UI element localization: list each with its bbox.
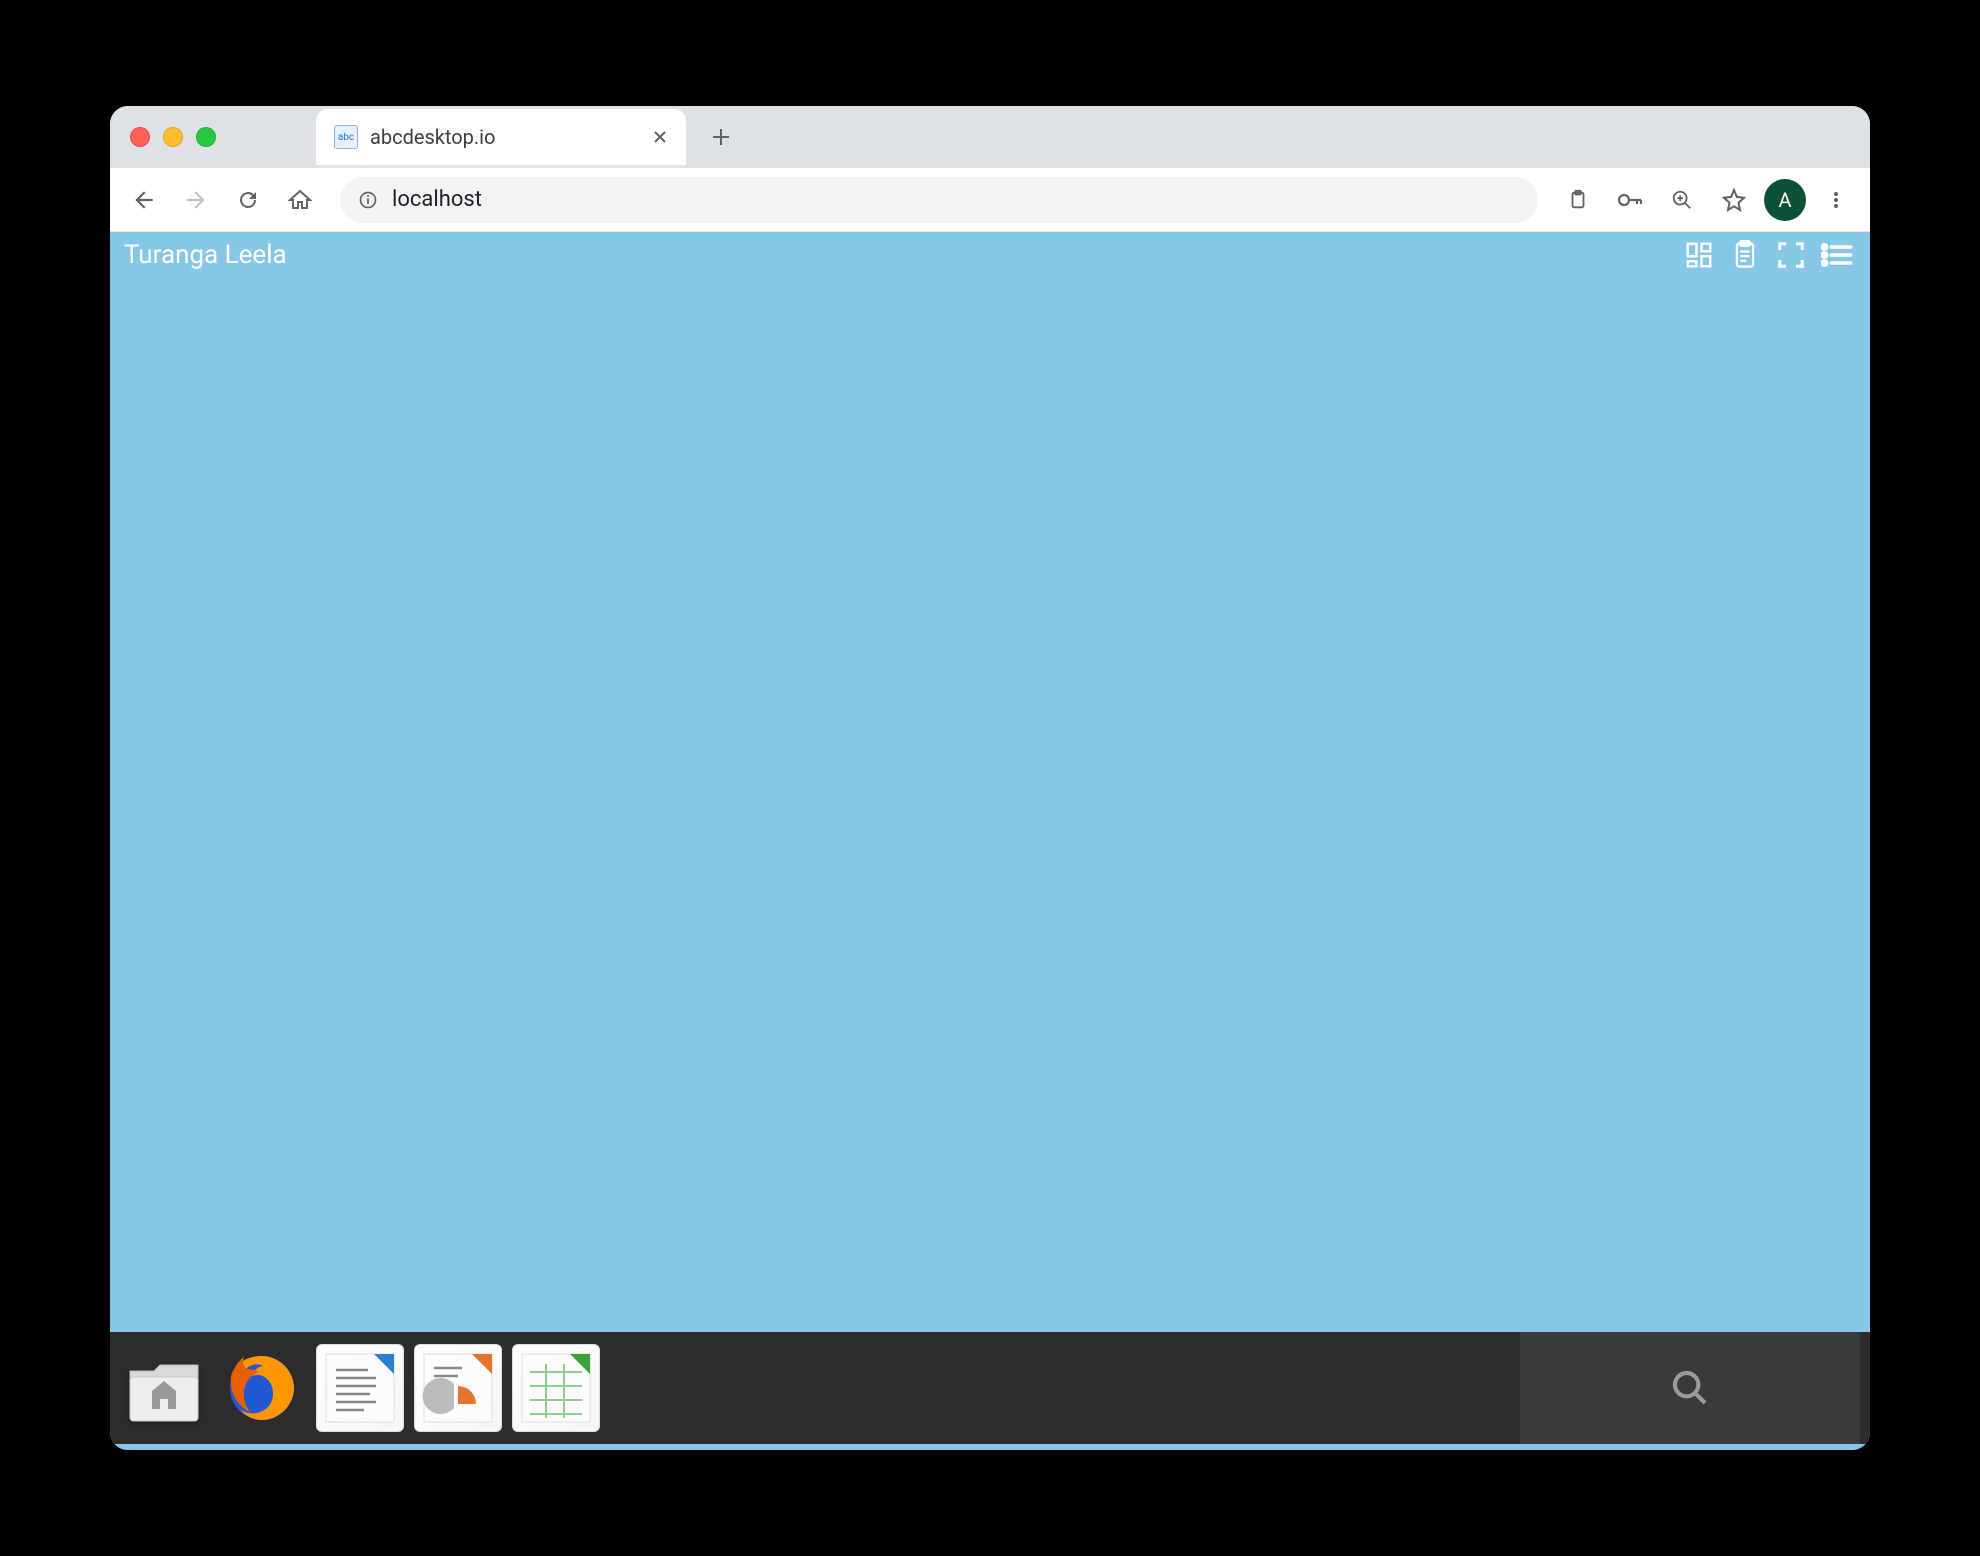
address-bar[interactable]: localhost [340,177,1538,223]
clipboard-icon[interactable] [1556,178,1600,222]
window-maximize-button[interactable] [196,127,216,147]
fullscreen-icon[interactable] [1772,236,1810,274]
desktop-topbar: Turanga Leela [110,232,1870,278]
forward-button[interactable] [174,178,218,222]
window-minimize-button[interactable] [163,127,183,147]
bookmark-star-icon[interactable] [1712,178,1756,222]
window-controls [130,127,216,147]
taskbar-app-calc[interactable] [512,1344,600,1432]
back-button[interactable] [122,178,166,222]
home-button[interactable] [278,178,322,222]
taskbar-app-firefox[interactable] [218,1344,306,1432]
remote-desktop-viewport: Turanga Leela [110,232,1870,1450]
tab-title: abcdesktop.io [370,125,495,149]
desktop-bottom-accent [110,1444,1870,1450]
clipboard-panel-icon[interactable] [1726,236,1764,274]
new-tab-button[interactable] [704,120,738,154]
browser-tab[interactable]: abc abcdesktop.io [316,109,686,165]
taskbar-app-impress[interactable] [414,1344,502,1432]
reload-button[interactable] [226,178,270,222]
desktop-top-controls [1680,236,1856,274]
browser-toolbar: localhost A [110,168,1870,232]
taskbar [110,1332,1870,1444]
url-text: localhost [392,187,482,212]
desktop-username: Turanga Leela [124,240,287,270]
desktop-area[interactable] [110,278,1870,1332]
chrome-menu-button[interactable] [1814,178,1858,222]
menu-list-icon[interactable] [1818,236,1856,274]
taskbar-search[interactable] [1520,1332,1860,1444]
tab-strip: abc abcdesktop.io [110,106,1870,168]
window-close-button[interactable] [130,127,150,147]
browser-window: abc abcdesktop.io localhost [110,106,1870,1450]
apps-grid-icon[interactable] [1680,236,1718,274]
taskbar-app-files[interactable] [120,1344,208,1432]
zoom-icon[interactable] [1660,178,1704,222]
avatar-letter: A [1778,188,1791,212]
profile-avatar[interactable]: A [1764,179,1806,221]
search-icon [1670,1368,1710,1408]
site-info-icon[interactable] [358,190,378,210]
taskbar-apps [120,1344,600,1432]
tab-favicon: abc [334,125,358,149]
password-key-icon[interactable] [1608,178,1652,222]
close-tab-button[interactable] [652,129,668,145]
taskbar-app-writer[interactable] [316,1344,404,1432]
